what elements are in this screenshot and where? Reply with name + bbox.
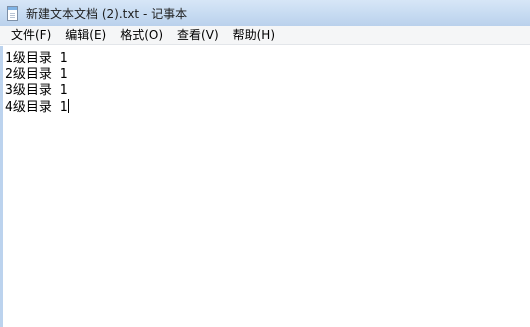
menu-view[interactable]: 查看(V): [170, 26, 226, 45]
text-line-content: 3级目录 1: [5, 83, 68, 98]
text-line-content: 1级目录 1: [5, 51, 68, 66]
window-title: 新建文本文档 (2).txt - 记事本: [26, 6, 188, 21]
text-line[interactable]: 2级目录 1: [5, 67, 69, 83]
text-line[interactable]: 1级目录 1: [5, 51, 69, 67]
menu-bar: 文件(F) 编辑(E) 格式(O) 查看(V) 帮助(H): [0, 26, 530, 45]
text-caret: [68, 99, 70, 113]
text-line[interactable]: 4级目录 1: [5, 99, 70, 115]
title-bar[interactable]: 新建文本文档 (2).txt - 记事本: [0, 0, 530, 26]
menu-help[interactable]: 帮助(H): [226, 26, 282, 45]
notepad-icon[interactable]: [7, 5, 18, 21]
text-editor-area[interactable]: 1级目录 1 2级目录 1 3级目录 1 4级目录 1: [0, 46, 530, 327]
text-line[interactable]: 3级目录 1: [5, 83, 69, 99]
menu-file[interactable]: 文件(F): [4, 26, 58, 45]
menu-edit[interactable]: 编辑(E): [58, 26, 113, 45]
text-line-content: 4级目录 1: [5, 100, 68, 115]
text-line-content: 2级目录 1: [5, 67, 68, 82]
document-text[interactable]: 1级目录 1 2级目录 1 3级目录 1 4级目录 1: [5, 51, 70, 115]
notepad-window: 新建文本文档 (2).txt - 记事本 文件(F) 编辑(E) 格式(O) 查…: [0, 0, 530, 327]
window-left-border: [0, 46, 3, 327]
menu-format[interactable]: 格式(O): [113, 26, 170, 45]
